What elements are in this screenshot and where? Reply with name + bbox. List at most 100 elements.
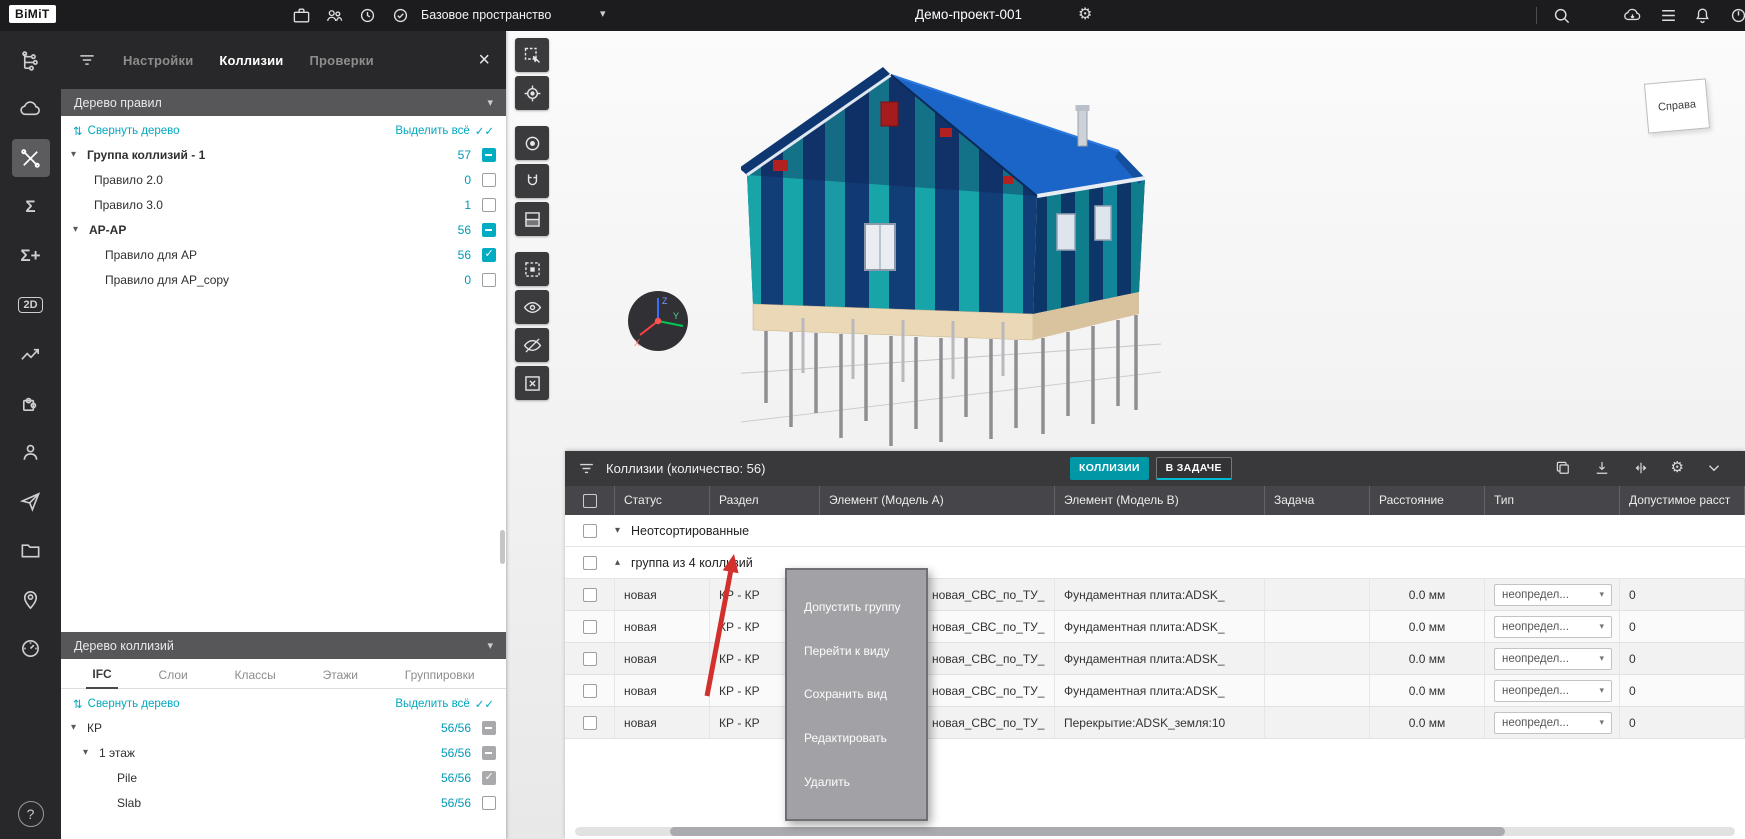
collapse-tree-link[interactable]: ⇅Свернуть дерево [73, 697, 180, 711]
checkbox[interactable] [482, 248, 496, 262]
tool-show-elements[interactable] [515, 290, 549, 324]
view-cube[interactable]: Справа [1644, 78, 1710, 133]
col-allowed[interactable]: Допустимое расст [1620, 486, 1745, 515]
tool-plugins[interactable] [12, 384, 50, 422]
navigation-axes-gizmo[interactable]: Z Y X [626, 289, 690, 353]
gear-icon[interactable]: ⚙ [1671, 459, 1684, 477]
collision-tree-item[interactable]: ▾ 1 этаж 56/56 [61, 740, 506, 765]
tool-select-area[interactable] [515, 38, 549, 72]
tab-ifc[interactable]: IFC [86, 667, 117, 689]
checkbox[interactable] [482, 721, 496, 735]
collision-tree-item[interactable]: ▾ КР 56/56 [61, 715, 506, 740]
house-model-3d[interactable] [741, 56, 1161, 456]
caret-down-icon[interactable]: ▾ [71, 149, 87, 160]
menu-item-go-to-view[interactable]: Перейти к виду [787, 644, 926, 658]
tool-orbit[interactable] [515, 126, 549, 160]
tab-groupings[interactable]: Группировки [399, 668, 481, 688]
tab-floors[interactable]: Этажи [317, 668, 364, 688]
table-row[interactable]: новая КР - КР новая_СВС_по_ТУ_ Фундамент… [565, 579, 1745, 611]
collision-tree-item[interactable]: Slab 56/56 [61, 790, 506, 815]
workspace-selector[interactable]: Базовое пространство [421, 8, 551, 22]
rule-tree-item[interactable]: Правило 2.0 0 [61, 167, 506, 192]
tab-layers[interactable]: Слои [153, 668, 194, 688]
notifications-bell-icon[interactable] [1693, 6, 1712, 25]
tool-markup-cloud[interactable] [12, 90, 50, 128]
chevron-down-icon[interactable]: ▾ [487, 639, 493, 652]
tool-hide-elements[interactable] [515, 328, 549, 362]
type-dropdown[interactable]: неопредел...▾ [1494, 648, 1612, 670]
tool-magnet-snap[interactable] [515, 164, 549, 198]
tool-sum-add[interactable]: Σ+ [12, 237, 50, 275]
row-checkbox[interactable] [583, 652, 597, 666]
close-icon[interactable]: × [478, 50, 490, 70]
col-status[interactable]: Статус [615, 486, 710, 515]
filter-list-icon[interactable] [77, 50, 97, 70]
col-element-b[interactable]: Элемент (Модель B) [1055, 486, 1265, 515]
checkbox[interactable] [482, 148, 496, 162]
col-task[interactable]: Задача [1265, 486, 1370, 515]
collision-tree-header[interactable]: Дерево коллизий ▾ [61, 632, 506, 659]
tool-analytics[interactable] [12, 335, 50, 373]
history-icon[interactable] [358, 6, 377, 25]
tool-clash-detection[interactable] [12, 139, 50, 177]
panel-scrollbar-thumb[interactable] [500, 530, 505, 564]
search-icon[interactable] [1552, 6, 1571, 25]
in-task-mode-button[interactable]: В ЗАДАЧЕ [1156, 457, 1232, 480]
rule-tree-item[interactable]: Правило для АР 56 [61, 242, 506, 267]
checkbox[interactable] [482, 796, 496, 810]
group-checkbox[interactable] [583, 556, 597, 570]
project-settings-gear-icon[interactable]: ⚙ [1078, 4, 1092, 24]
caret-down-icon[interactable]: ▾ [83, 747, 99, 758]
viewport-3d[interactable]: Z Y X Справа Коллизии (количество: 56) К… [506, 31, 1745, 839]
row-checkbox[interactable] [583, 588, 597, 602]
help-button[interactable]: ? [18, 801, 44, 827]
group-row-unsorted[interactable]: ▾ Неотсортированные [565, 515, 1745, 547]
filter-list-icon[interactable] [577, 459, 596, 478]
tab-classes[interactable]: Классы [229, 668, 282, 688]
col-section[interactable]: Раздел [710, 486, 820, 515]
rule-tree-item[interactable]: ▾ АР-АР 56 [61, 217, 506, 242]
rule-tree-item[interactable]: Правило 3.0 1 [61, 192, 506, 217]
cloud-sync-icon[interactable] [1623, 6, 1642, 25]
tool-model-structure[interactable] [12, 41, 50, 79]
checkbox[interactable] [482, 273, 496, 287]
collapse-panel-chevron-icon[interactable] [1705, 459, 1723, 477]
export-download-icon[interactable] [1593, 459, 1611, 477]
table-row[interactable]: новая КР - КР новая_СВС_по_ТУ_ Фундамент… [565, 643, 1745, 675]
tool-2d-view[interactable]: 2D [12, 286, 50, 324]
select-all-checkbox[interactable] [583, 494, 597, 508]
tool-user-location[interactable] [12, 580, 50, 618]
menu-item-edit[interactable]: Редактировать [787, 731, 926, 745]
rule-tree-item[interactable]: ▾ Группа коллизий - 1 57 [61, 142, 506, 167]
type-dropdown[interactable]: неопредел...▾ [1494, 712, 1612, 734]
row-checkbox[interactable] [583, 716, 597, 730]
chevron-down-icon[interactable]: ▾ [487, 96, 493, 109]
tool-section-box[interactable] [515, 202, 549, 236]
chevron-down-icon[interactable]: ▾ [600, 7, 606, 20]
tab-collisions[interactable]: Коллизии [219, 53, 283, 68]
copy-icon[interactable] [1554, 459, 1572, 477]
select-all-link[interactable]: Выделить всё✓✓ [395, 697, 494, 711]
scrollbar-thumb[interactable] [670, 827, 1505, 836]
tool-clip-plane[interactable] [515, 252, 549, 286]
row-checkbox[interactable] [583, 684, 597, 698]
type-dropdown[interactable]: неопредел...▾ [1494, 584, 1612, 606]
account-icon[interactable] [1729, 6, 1745, 25]
team-icon[interactable] [325, 6, 344, 25]
checkbox[interactable] [482, 223, 496, 237]
group-checkbox[interactable] [583, 524, 597, 538]
row-checkbox[interactable] [583, 620, 597, 634]
select-all-link[interactable]: Выделить всё✓✓ [395, 124, 494, 138]
tasks-check-icon[interactable] [391, 6, 410, 25]
horizontal-scrollbar[interactable] [575, 827, 1735, 836]
menu-item-allow-group[interactable]: Допустить группу [787, 600, 926, 614]
rule-tree-item[interactable]: Правило для АР_copy 0 [61, 267, 506, 292]
fit-columns-icon[interactable] [1632, 459, 1650, 477]
table-row[interactable]: новая КР - КР новая_СВС_по_ТУ_ Фундамент… [565, 675, 1745, 707]
type-dropdown[interactable]: неопредел...▾ [1494, 680, 1612, 702]
checkbox[interactable] [482, 746, 496, 760]
checkbox[interactable] [482, 198, 496, 212]
menu-item-delete[interactable]: Удалить [787, 775, 926, 789]
table-row[interactable]: новая КР - КР новая_СВС_по_ТУ_ Перекрыти… [565, 707, 1745, 739]
checkbox[interactable] [482, 771, 496, 785]
